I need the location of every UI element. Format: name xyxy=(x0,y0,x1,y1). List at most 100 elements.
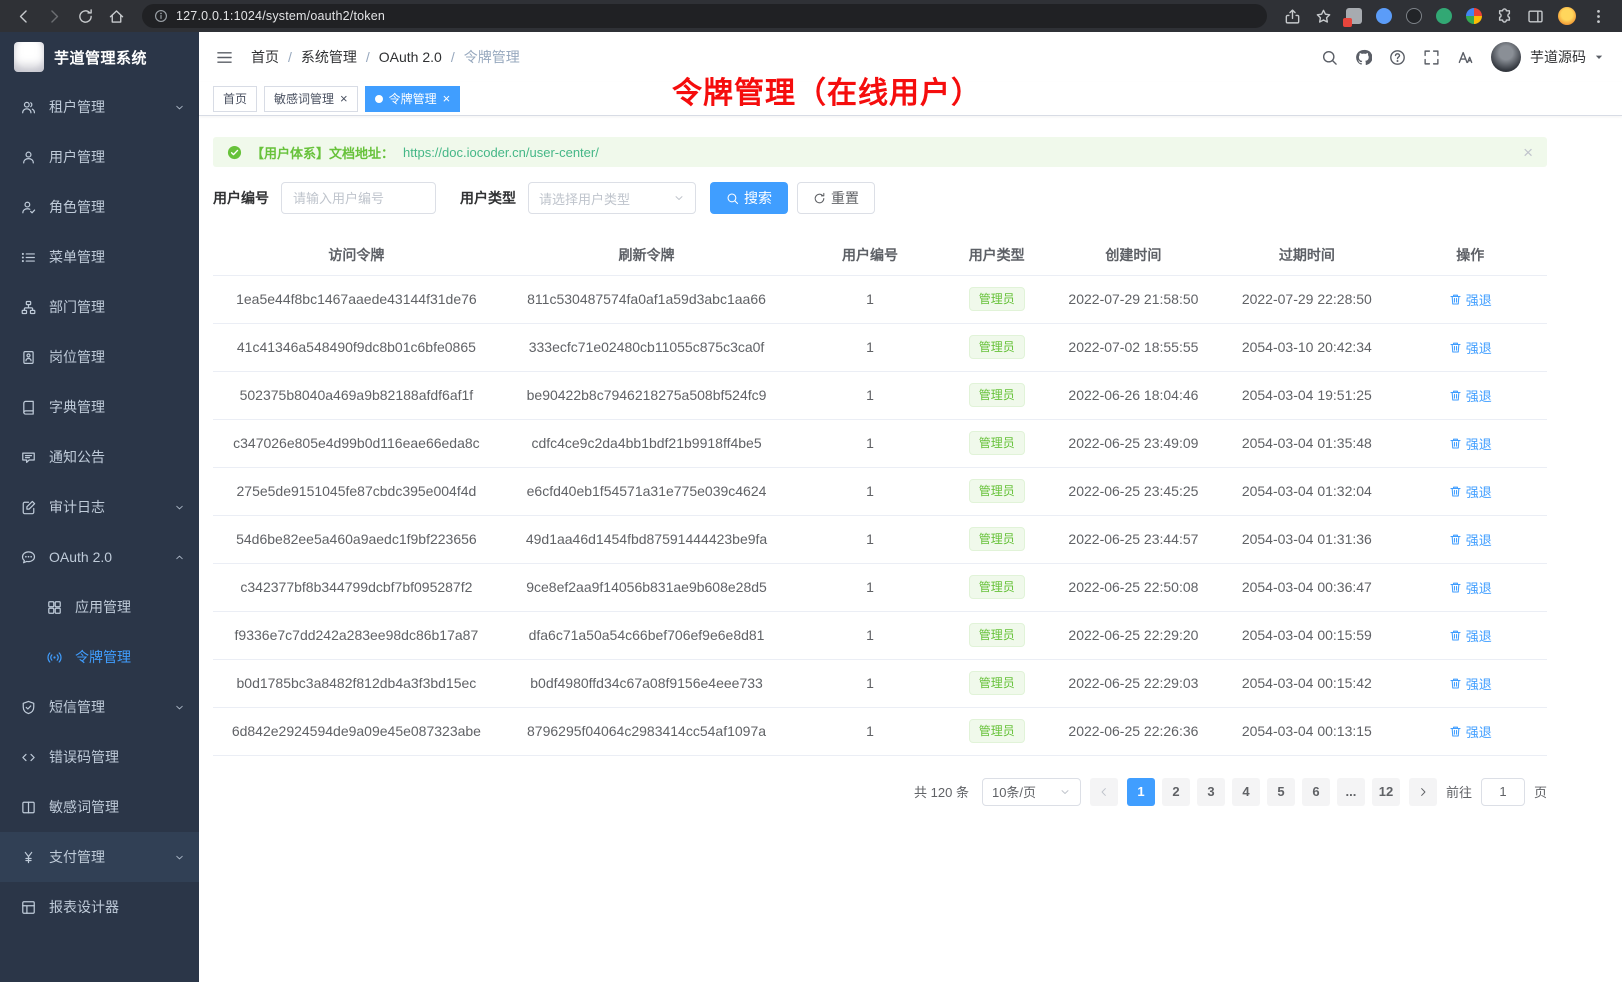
search-button[interactable]: 搜索 xyxy=(710,182,788,214)
action-cell: 强退 xyxy=(1394,563,1547,611)
page-ellipsis-button[interactable]: ... xyxy=(1337,778,1365,806)
caret-down-icon[interactable] xyxy=(1593,51,1605,63)
action-cell: 强退 xyxy=(1394,515,1547,563)
sidebar-item-audit-log[interactable]: 审计日志 xyxy=(0,482,199,532)
user-avatar[interactable] xyxy=(1491,42,1521,72)
sidebar-item-report-designer[interactable]: 报表设计器 xyxy=(0,882,199,932)
breadcrumb-item-oauth2[interactable]: OAuth 2.0 xyxy=(379,49,464,65)
user-type-tag: 管理员 xyxy=(969,527,1025,551)
page-size-select[interactable]: 10条/页 xyxy=(982,778,1081,806)
force-logout-button[interactable]: 强退 xyxy=(1449,434,1492,453)
sidebar-item-oauth2-token[interactable]: 令牌管理 xyxy=(0,632,199,682)
breadcrumb-item-system[interactable]: 系统管理 xyxy=(301,47,379,67)
extension-icon-5[interactable] xyxy=(1466,8,1482,24)
page-button-1[interactable]: 1 xyxy=(1127,778,1155,806)
access-token-cell: 54d6be82ee5a460a9aedc1f9bf223656 xyxy=(213,515,500,563)
side-panel-icon[interactable] xyxy=(1527,8,1544,25)
next-page-button[interactable] xyxy=(1409,778,1437,806)
search-icon[interactable] xyxy=(1321,49,1338,66)
forward-icon[interactable] xyxy=(46,8,63,25)
tab-close-icon[interactable]: × xyxy=(340,92,348,105)
tab-token[interactable]: 令牌管理× xyxy=(365,86,461,112)
force-logout-button[interactable]: 强退 xyxy=(1449,290,1492,309)
force-logout-button[interactable]: 强退 xyxy=(1449,386,1492,405)
sidebar-item-pay[interactable]: 支付管理 xyxy=(0,832,199,882)
sidebar-item-dept[interactable]: 部门管理 xyxy=(0,282,199,332)
force-logout-button[interactable]: 强退 xyxy=(1449,674,1492,693)
site-info-icon[interactable] xyxy=(154,9,168,23)
banner-close-icon[interactable]: × xyxy=(1523,144,1533,161)
page-button-4[interactable]: 4 xyxy=(1232,778,1260,806)
user-type-tag: 管理员 xyxy=(969,383,1025,407)
sidebar-item-sensitive-word[interactable]: 敏感词管理 xyxy=(0,782,199,832)
sidebar-item-notice[interactable]: 通知公告 xyxy=(0,432,199,482)
extensions-puzzle-icon[interactable] xyxy=(1496,8,1513,25)
user-id-input[interactable] xyxy=(281,182,436,214)
tab-sensitive-word[interactable]: 敏感词管理× xyxy=(264,86,358,112)
sidebar-item-post[interactable]: 岗位管理 xyxy=(0,332,199,382)
browser-menu-icon[interactable] xyxy=(1590,8,1607,25)
action-cell: 强退 xyxy=(1394,659,1547,707)
home-icon[interactable] xyxy=(108,8,125,25)
refresh-token-cell: 8796295f04064c2983414cc54af1097a xyxy=(500,707,793,755)
extension-icon-4[interactable] xyxy=(1436,8,1452,24)
force-logout-button[interactable]: 强退 xyxy=(1449,578,1492,597)
help-icon[interactable] xyxy=(1389,49,1406,66)
access-token-cell: c347026e805e4d99b0d116eae66eda8c xyxy=(213,419,500,467)
sidebar-item-oauth2[interactable]: OAuth 2.0 xyxy=(0,532,199,582)
user-icon xyxy=(21,150,36,165)
sidebar-item-dict[interactable]: 字典管理 xyxy=(0,382,199,432)
reload-icon[interactable] xyxy=(77,8,94,25)
page-button-2[interactable]: 2 xyxy=(1162,778,1190,806)
user-id-cell: 1 xyxy=(793,515,946,563)
browser-profile-avatar[interactable] xyxy=(1558,7,1576,25)
goto-label: 前往 xyxy=(1446,782,1472,801)
force-logout-button[interactable]: 强退 xyxy=(1449,482,1492,501)
sidebar-item-oauth2-app[interactable]: 应用管理 xyxy=(0,582,199,632)
prev-page-button[interactable] xyxy=(1090,778,1118,806)
trash-icon xyxy=(1449,581,1462,594)
force-logout-button[interactable]: 强退 xyxy=(1449,338,1492,357)
extension-icon-3[interactable] xyxy=(1406,8,1422,24)
breadcrumb-item-home[interactable]: 首页 xyxy=(251,47,301,67)
banner-link[interactable]: https://doc.iocoder.cn/user-center/ xyxy=(403,145,599,160)
user-type-cell: 管理员 xyxy=(947,275,1047,323)
sidebar-item-sms[interactable]: 短信管理 xyxy=(0,682,199,732)
fullscreen-icon[interactable] xyxy=(1423,49,1440,66)
sidebar-item-tenant[interactable]: 租户管理 xyxy=(0,82,199,132)
font-size-icon[interactable] xyxy=(1457,49,1474,66)
expire-time-cell: 2054-03-04 01:31:36 xyxy=(1220,515,1393,563)
table-row: 1ea5e44f8bc1467aaede43144f31de76811c5304… xyxy=(213,275,1547,323)
reset-button[interactable]: 重置 xyxy=(797,182,875,214)
share-icon[interactable] xyxy=(1284,8,1301,25)
user-type-select[interactable]: 请选择用户类型 xyxy=(528,182,696,214)
address-bar[interactable]: 127.0.0.1:1024/system/oauth2/token xyxy=(142,4,1267,28)
page-button-5[interactable]: 5 xyxy=(1267,778,1295,806)
table-row: c342377bf8b344799dcbf7bf095287f29ce8ef2a… xyxy=(213,563,1547,611)
bookmark-star-icon[interactable] xyxy=(1315,8,1332,25)
github-icon[interactable] xyxy=(1355,49,1372,66)
user-type-tag: 管理员 xyxy=(969,671,1025,695)
sidebar-item-error-code[interactable]: 错误码管理 xyxy=(0,732,199,782)
sidebar-item-role[interactable]: 角色管理 xyxy=(0,182,199,232)
tab-close-icon[interactable]: × xyxy=(443,92,451,105)
force-logout-label: 强退 xyxy=(1466,290,1492,309)
sidebar-item-label: 通知公告 xyxy=(49,447,105,467)
tab-home[interactable]: 首页 xyxy=(213,86,257,112)
page-button-12[interactable]: 12 xyxy=(1372,778,1400,806)
sidebar-item-menu[interactable]: 菜单管理 xyxy=(0,232,199,282)
force-logout-button[interactable]: 强退 xyxy=(1449,722,1492,741)
extension-icon-1[interactable] xyxy=(1346,8,1362,24)
page-button-6[interactable]: 6 xyxy=(1302,778,1330,806)
force-logout-button[interactable]: 强退 xyxy=(1449,530,1492,549)
sidebar-item-user[interactable]: 用户管理 xyxy=(0,132,199,182)
goto-page-input[interactable] xyxy=(1481,778,1525,806)
screenshot-root: 127.0.0.1:1024/system/oauth2/token 芋道管理系… xyxy=(0,0,1622,982)
app-logo[interactable]: 芋道管理系统 xyxy=(0,32,199,82)
force-logout-button[interactable]: 强退 xyxy=(1449,626,1492,645)
logo-image xyxy=(14,42,44,72)
extension-icon-2[interactable] xyxy=(1376,8,1392,24)
collapse-sidebar-icon[interactable] xyxy=(216,49,233,66)
back-icon[interactable] xyxy=(15,8,32,25)
page-button-3[interactable]: 3 xyxy=(1197,778,1225,806)
